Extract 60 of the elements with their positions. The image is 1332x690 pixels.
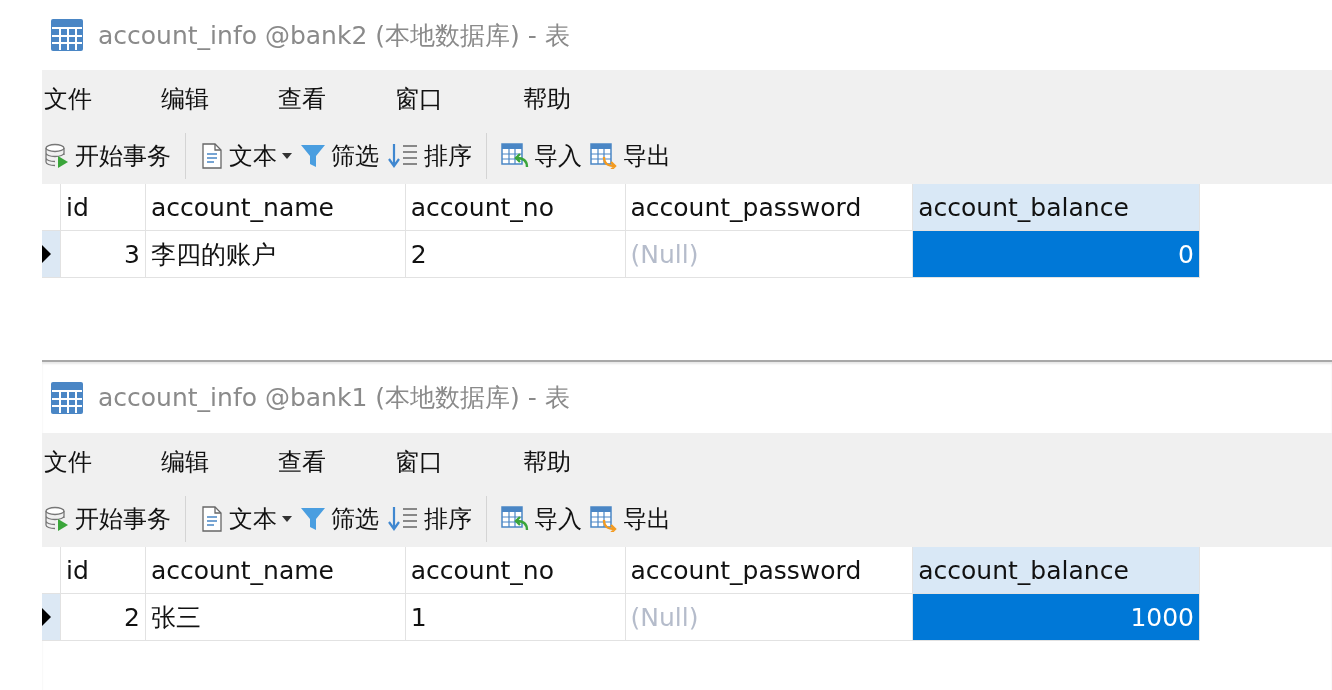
table-icon: [50, 18, 84, 52]
toolbar-button[interactable]: 导入: [497, 496, 586, 542]
toolbar-button[interactable]: 导出: [586, 133, 675, 179]
menu-item[interactable]: 文件: [42, 83, 159, 115]
table-cell[interactable]: 李四的账户: [145, 231, 406, 277]
current-row-icon: [42, 245, 51, 263]
sort-icon: [387, 505, 419, 533]
toolbar-button[interactable]: 文本: [196, 496, 296, 542]
column-header[interactable]: account_balance: [913, 547, 1200, 593]
column-header[interactable]: account_no: [405, 547, 626, 593]
toolbar-button[interactable]: 文本: [196, 133, 296, 179]
table-cell[interactable]: 0: [913, 231, 1200, 277]
toolbar-button[interactable]: 导入: [497, 133, 586, 179]
toolbar-button[interactable]: 开始事务: [42, 133, 175, 179]
menu-item[interactable]: 帮助: [521, 83, 638, 115]
window-title: account_info @bank1 (本地数据库) - 表: [98, 382, 570, 414]
caret-icon: [282, 516, 292, 522]
table-cell[interactable]: 2: [405, 231, 626, 277]
table-export-icon: [590, 143, 618, 169]
sort-icon: [387, 142, 419, 170]
table-cell[interactable]: 1000: [913, 594, 1200, 640]
toolbar-button[interactable]: 筛选: [296, 133, 383, 179]
document-icon: [200, 506, 224, 532]
toolbar-button[interactable]: 开始事务: [42, 496, 175, 542]
menu-item[interactable]: 文件: [42, 446, 159, 478]
table-icon: [50, 380, 84, 415]
menu-item[interactable]: 编辑: [159, 446, 276, 478]
menu-item[interactable]: 查看: [276, 446, 393, 478]
table-cell[interactable]: 张三: [145, 594, 406, 640]
current-row-icon: [42, 608, 51, 626]
column-header[interactable]: id: [61, 547, 146, 593]
table-cell[interactable]: 1: [405, 594, 626, 640]
row-indicator[interactable]: [42, 231, 61, 277]
toolbar-button[interactable]: 导出: [586, 496, 675, 542]
menu-item[interactable]: 窗口: [393, 446, 521, 478]
menu-item[interactable]: 帮助: [521, 446, 638, 478]
row-indicator[interactable]: [42, 594, 61, 640]
database-icon: [44, 143, 70, 169]
table-import-icon: [501, 506, 529, 532]
table-cell[interactable]: 2: [61, 594, 146, 640]
filter-icon: [300, 506, 326, 532]
column-header[interactable]: id: [61, 184, 146, 230]
menu-item[interactable]: 编辑: [159, 83, 276, 115]
caret-icon: [282, 153, 292, 159]
column-header[interactable]: account_name: [145, 547, 406, 593]
table-cell[interactable]: 3: [61, 231, 146, 277]
menu-item[interactable]: 窗口: [393, 83, 521, 115]
table-export-icon: [590, 506, 618, 532]
column-header[interactable]: account_balance: [913, 184, 1200, 230]
column-header[interactable]: account_no: [405, 184, 626, 230]
document-icon: [200, 143, 224, 169]
window-title: account_info @bank2 (本地数据库) - 表: [98, 19, 570, 52]
toolbar-button[interactable]: 排序: [383, 496, 476, 542]
table-import-icon: [501, 143, 529, 169]
toolbar-button[interactable]: 筛选: [296, 496, 383, 542]
column-header[interactable]: account_name: [145, 184, 406, 230]
toolbar-button[interactable]: 排序: [383, 133, 476, 179]
filter-icon: [300, 143, 326, 169]
menu-item[interactable]: 查看: [276, 83, 393, 115]
database-icon: [44, 506, 70, 532]
